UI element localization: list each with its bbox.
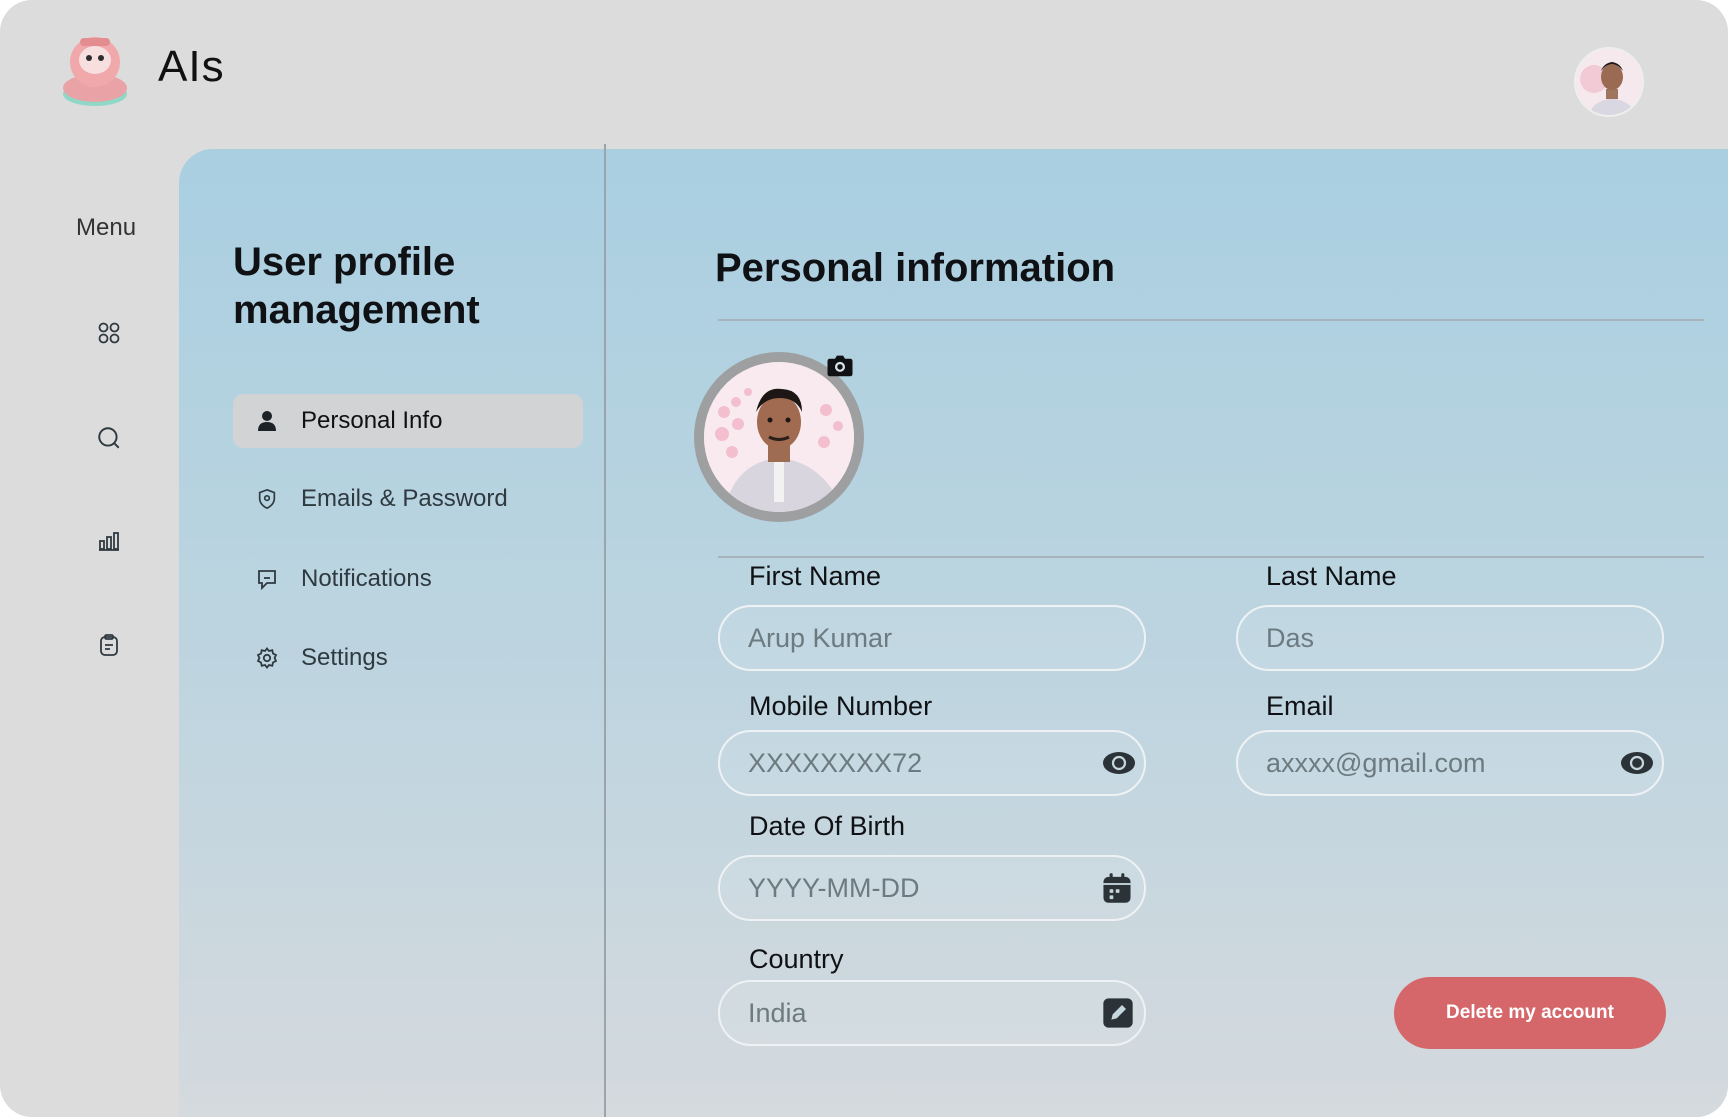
delete-account-button[interactable]: Delete my account — [1394, 977, 1666, 1049]
nav-label: Settings — [301, 644, 388, 671]
dob-label: Date Of Birth — [749, 811, 906, 841]
shield-icon — [253, 485, 281, 513]
dob-input[interactable] — [748, 872, 1102, 904]
mobile-field[interactable] — [718, 730, 1146, 796]
country-label: Country — [749, 944, 844, 974]
divider — [718, 319, 1704, 321]
app-window: AIs Menu User profile management Persona… — [0, 0, 1728, 1117]
divider — [718, 556, 1704, 558]
brand-name: AIs — [158, 42, 225, 91]
first-name-label: First Name — [749, 561, 882, 591]
email-field[interactable] — [1236, 730, 1664, 796]
nav-item-emails-password[interactable]: Emails & Password — [233, 472, 583, 526]
mobile-input[interactable] — [748, 747, 1102, 779]
edit-icon[interactable] — [1102, 996, 1134, 1030]
search-icon[interactable] — [95, 424, 123, 452]
first-name-field[interactable] — [718, 605, 1146, 671]
user-icon — [253, 407, 281, 435]
panel-divider — [604, 144, 606, 1117]
logo-icon — [60, 30, 130, 110]
eye-icon[interactable] — [1620, 746, 1654, 780]
email-input[interactable] — [1266, 747, 1620, 779]
country-field[interactable] — [718, 980, 1146, 1046]
last-name-field[interactable] — [1236, 605, 1664, 671]
mobile-label: Mobile Number — [749, 691, 933, 721]
nav-item-settings[interactable]: Settings — [233, 631, 583, 685]
page-title: Personal information — [715, 246, 1116, 290]
last-name-label: Last Name — [1266, 561, 1397, 591]
first-name-input[interactable] — [748, 622, 1124, 654]
calendar-icon[interactable] — [1102, 871, 1132, 905]
dob-field[interactable] — [718, 855, 1146, 921]
section-title: User profile management — [233, 240, 480, 332]
nav-item-notifications[interactable]: Notifications — [233, 552, 583, 606]
country-input[interactable] — [748, 997, 1102, 1029]
nav-label: Notifications — [301, 565, 432, 592]
dashboard-grid-icon[interactable] — [95, 319, 123, 347]
clipboard-icon[interactable] — [95, 631, 123, 659]
menu-label: Menu — [76, 214, 137, 241]
chat-bubble-icon — [253, 565, 281, 593]
email-label: Email — [1266, 691, 1334, 721]
last-name-input[interactable] — [1266, 622, 1642, 654]
nav-item-personal-info[interactable]: Personal Info — [233, 394, 583, 448]
gear-icon — [253, 644, 281, 672]
user-avatar[interactable] — [1574, 47, 1644, 117]
nav-label: Emails & Password — [301, 485, 508, 512]
camera-icon[interactable] — [825, 350, 855, 380]
nav-label: Personal Info — [301, 407, 443, 434]
bar-chart-icon[interactable] — [95, 527, 123, 555]
eye-icon[interactable] — [1102, 746, 1136, 780]
